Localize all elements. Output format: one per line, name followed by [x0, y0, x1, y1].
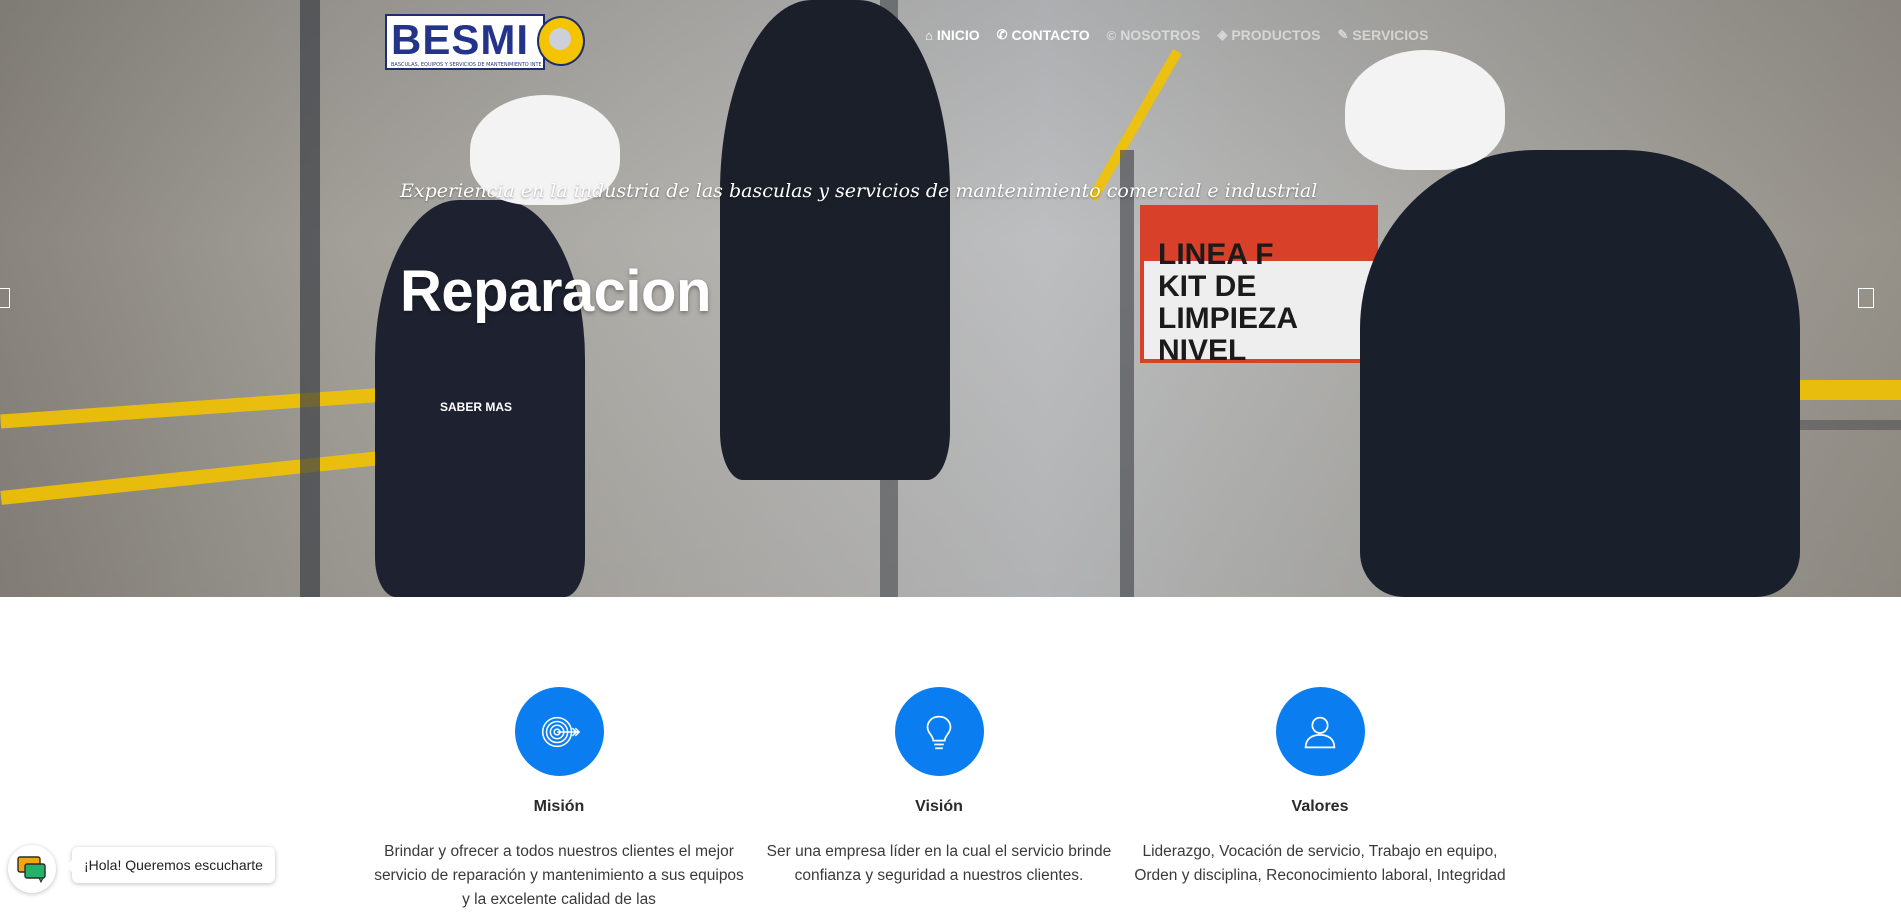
nav-label: CONTACTO	[1011, 27, 1090, 43]
nav-item-nosotros[interactable]: © NOSOTROS	[1107, 27, 1201, 43]
feature-title: Misión	[533, 798, 585, 815]
helmet-right	[1345, 50, 1505, 170]
logo-tagline: BASCULAS, EQUIPOS Y SERVICIOS DE MANTENI…	[391, 62, 541, 68]
nav-item-servicios[interactable]: ✎ SERVICIOS	[1338, 27, 1429, 43]
cleaning-kit-sign: LINEA F KIT DE LIMPIEZA NIVEL	[1140, 205, 1378, 367]
elephant-mascot-icon	[537, 16, 585, 66]
slider-prev-arrow[interactable]	[0, 288, 10, 308]
feature-text: Ser una empresa líder en la cual el serv…	[766, 843, 1112, 884]
nav-label: NOSOTROS	[1120, 27, 1201, 43]
lightbulb-icon	[926, 715, 952, 749]
feature-icon-circle	[514, 687, 604, 776]
main-nav: ⌂ INICIO ✆ CONTACTO © NOSOTROS ◈ PRODUCT…	[925, 27, 1428, 43]
saber-mas-button[interactable]: SABER MAS	[440, 400, 512, 414]
feature-mision: Misión Brindar y ofrecer a todos nuestro…	[369, 687, 749, 912]
user-icon	[1304, 716, 1336, 748]
worker-middle	[720, 0, 950, 480]
hero-title: Reparacion	[400, 259, 711, 324]
tag-icon: ◈	[1217, 27, 1228, 42]
scaffold-rail	[0, 449, 400, 505]
logo-box: BESMI BASCULAS, EQUIPOS Y SERVICIOS DE M…	[385, 14, 545, 70]
hero-slider: LINEA F KIT DE LIMPIEZA NIVEL BESMI BASC…	[0, 0, 1901, 597]
nav-label: INICIO	[936, 27, 980, 43]
feature-valores: Valores Liderazgo, Vocación de servicio,…	[1130, 687, 1510, 888]
feature-text: Liderazgo, Vocación de servicio, Trabajo…	[1134, 843, 1506, 884]
scaffold-stair	[1088, 48, 1182, 202]
nav-item-productos[interactable]: ◈ PRODUCTOS	[1217, 27, 1320, 43]
chat-bubbles-icon	[17, 856, 46, 883]
nav-label: SERVICIOS	[1352, 27, 1429, 43]
chat-launcher[interactable]	[8, 845, 56, 893]
hero-tagline: Experiencia en la industria de las bascu…	[400, 180, 1318, 202]
feature-title: Valores	[1291, 798, 1349, 815]
logo-text: BESMI	[391, 16, 530, 63]
home-icon: ⌂	[925, 27, 933, 43]
feature-vision: Visión Ser una empresa líder en la cual …	[749, 687, 1129, 888]
target-icon	[541, 716, 581, 747]
feature-title: Visión	[915, 798, 963, 815]
copyright-icon: ©	[1106, 27, 1117, 43]
pipe	[300, 0, 320, 597]
besmi-logo[interactable]: BESMI BASCULAS, EQUIPOS Y SERVICIOS DE M…	[385, 14, 585, 70]
nav-item-contacto[interactable]: ✆ CONTACTO	[997, 27, 1090, 43]
pipe	[1120, 150, 1134, 597]
nav-label: PRODUCTOS	[1231, 27, 1321, 43]
sign-text: LINEA F KIT DE LIMPIEZA NIVEL	[1158, 238, 1298, 367]
wrench-icon: ✎	[1337, 27, 1349, 42]
nav-item-inicio[interactable]: ⌂ INICIO	[925, 27, 980, 43]
feature-text: Brindar y ofrecer a todos nuestros clien…	[374, 843, 744, 908]
chat-greeting[interactable]: ¡Hola! Queremos escucharte	[66, 847, 275, 883]
feature-icon-circle	[1275, 687, 1365, 776]
phone-icon: ✆	[996, 27, 1008, 42]
feature-icon-circle	[894, 687, 984, 776]
worker-right	[1360, 150, 1800, 597]
slider-next-arrow[interactable]	[1858, 288, 1874, 308]
